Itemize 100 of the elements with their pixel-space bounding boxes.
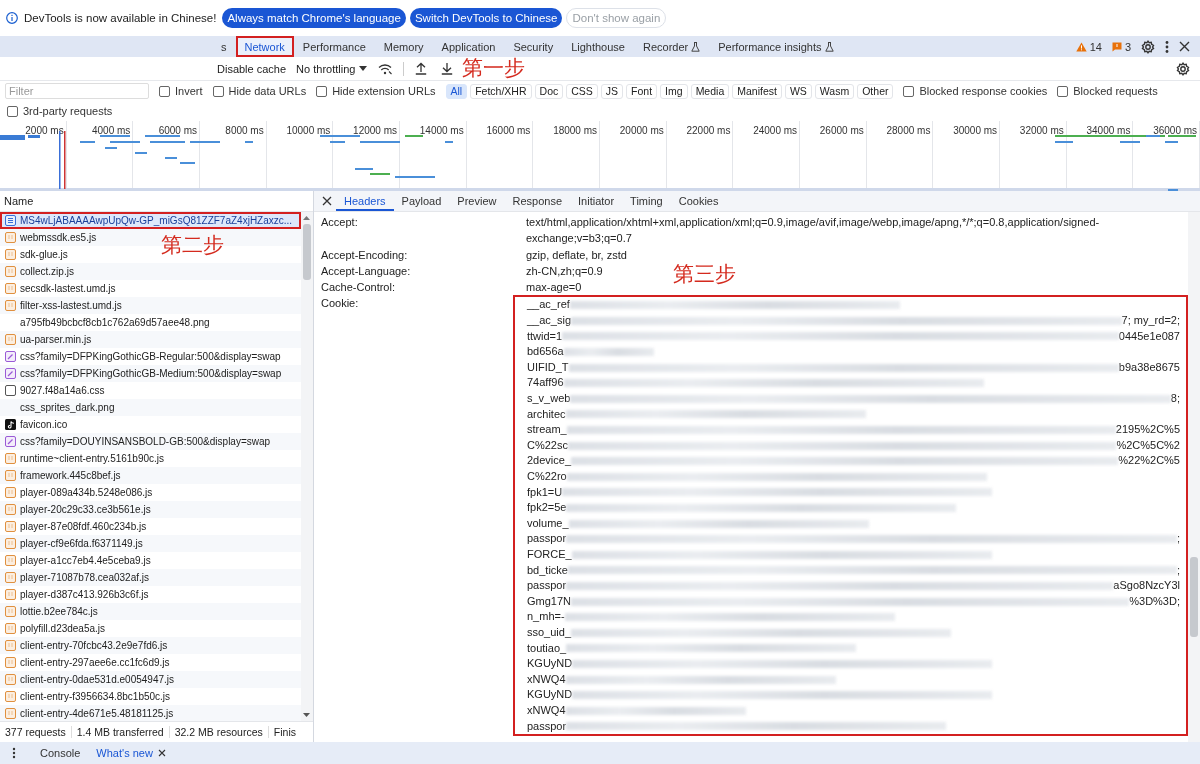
request-row[interactable]: client-entry-70fcbc43.2e9e7fd6.js — [0, 637, 301, 654]
type-filter-chip[interactable]: All — [445, 83, 468, 99]
request-row[interactable]: lottie.b2ee784c.js — [0, 603, 301, 620]
cookie-text: C%22sc — [527, 437, 568, 453]
cookie-text: ttwid=1 — [527, 328, 563, 344]
checkbox-option[interactable]: Hide extension URLs — [316, 85, 436, 97]
cookie-text: passpor — [527, 718, 567, 734]
panel-tab[interactable]: Memory — [374, 36, 433, 57]
cookie-text: toutiao_ — [527, 640, 567, 656]
time-tick-label: 20000 ms — [619, 125, 664, 136]
warning-count[interactable]: 14 — [1075, 40, 1102, 53]
panel-tab[interactable]: Recorder — [633, 36, 710, 57]
time-tick-label: 6000 ms — [158, 125, 197, 136]
header-name: Cache-Control: — [321, 280, 396, 296]
issue-count[interactable]: 3 — [1111, 40, 1131, 53]
panel-tab[interactable]: Performance — [293, 36, 375, 57]
type-filter-chip[interactable]: Media — [690, 83, 730, 99]
cookie-text: 8; — [1170, 391, 1180, 407]
request-row[interactable]: collect.zip.js — [0, 263, 301, 280]
checkbox-option[interactable]: 3rd-party requests — [7, 105, 113, 117]
annotation-text: 第一步 — [462, 58, 525, 79]
cookie-text: UIFID_T — [527, 359, 569, 375]
column-header[interactable]: Name — [4, 195, 34, 207]
request-row[interactable]: client-entry-297aee6e.cc1fc6d9.js — [0, 654, 301, 671]
checkbox-option[interactable]: Invert — [159, 85, 203, 97]
cookie-text: Gmg17N — [527, 593, 572, 609]
panel-tab[interactable]: Application — [432, 36, 505, 57]
type-filter-chip[interactable]: JS — [600, 83, 624, 99]
drawer-tab[interactable]: Console — [32, 742, 89, 764]
request-row[interactable]: player-d387c413.926b3c6f.js — [0, 586, 301, 603]
detail-tab[interactable]: Timing — [622, 191, 671, 211]
checkbox-option[interactable]: Blocked requests — [1057, 85, 1158, 97]
request-row[interactable]: css?family=DFPKingGothicGB-Medium:500&display=swap — [0, 365, 301, 382]
type-filter-chip[interactable]: CSS — [566, 83, 598, 99]
request-row[interactable]: player-089a434b.5248e086.js — [0, 484, 301, 501]
infobar-button[interactable]: Switch DevTools to Chinese — [409, 8, 563, 28]
type-filter-chip[interactable]: Other — [857, 83, 894, 99]
detail-tab[interactable]: Preview — [449, 191, 505, 211]
cookie-text: %2C%5C%2 — [1116, 437, 1180, 453]
throttling-dropdown[interactable]: No throttling — [296, 62, 368, 75]
cookie-text: n_mh=- — [527, 609, 565, 625]
annotation-text: 第三步 — [673, 264, 736, 285]
cookie-text: b9a38e8675 — [1118, 359, 1180, 375]
type-filter-chip[interactable]: WS — [784, 83, 812, 99]
time-tick-label: 4000 ms — [92, 125, 131, 136]
header-value: zh-CN,zh;q=0.9 — [526, 263, 604, 279]
checkbox-option[interactable]: Blocked response cookies — [903, 85, 1048, 97]
cookie-text: KGUyND — [527, 687, 573, 703]
panel-tab[interactable]: Performance insights — [709, 36, 843, 57]
time-tick-label: 8000 ms — [225, 125, 264, 136]
request-row[interactable]: player-20c29c33.ce3b561e.js — [0, 501, 301, 518]
request-row[interactable]: runtime~client-entry.5161b90c.js — [0, 450, 301, 467]
type-filter-chip[interactable]: Manifest — [732, 83, 782, 99]
request-row[interactable]: css?family=DFPKingGothicGB-Regular:500&display=swap — [0, 348, 301, 365]
request-row[interactable]: player-cf9e6fda.f6371149.js — [0, 535, 301, 552]
request-row[interactable]: favicon.ico — [0, 416, 301, 433]
request-row[interactable]: player-71087b78.cea032af.js — [0, 569, 301, 586]
type-filter-chip[interactable]: Doc — [534, 83, 564, 99]
cookie-text: architec — [527, 406, 566, 422]
panel-tab[interactable]: s — [212, 36, 236, 57]
detail-tab[interactable]: Headers — [336, 191, 394, 211]
request-row[interactable]: filter-xss-lastest.umd.js — [0, 297, 301, 314]
panel-tab[interactable]: Network — [235, 36, 294, 57]
request-row[interactable]: secsdk-lastest.umd.js — [0, 280, 301, 297]
drawer-tab[interactable]: What's new — [88, 742, 174, 764]
cookie-text: bd656a — [527, 344, 564, 360]
request-row[interactable]: client-entry-f3956634.8bc1b50c.js — [0, 688, 301, 705]
time-tick-label: 14000 ms — [419, 125, 464, 136]
request-row[interactable]: css?family=DOUYINSANSBOLD-GB:500&display=swap — [0, 433, 301, 450]
request-row[interactable]: ua-parser.min.js — [0, 331, 301, 348]
detail-tab[interactable]: Response — [504, 191, 570, 211]
detail-tab[interactable]: Initiator — [570, 191, 623, 211]
cookie-text: passpor — [527, 578, 567, 594]
time-tick-label: 30000 ms — [953, 125, 998, 136]
request-row[interactable]: client-entry-0dae531d.e0054947.js — [0, 671, 301, 688]
panel-tab[interactable]: Security — [504, 36, 563, 57]
request-row[interactable]: player-a1cc7eb4.4e5ceba9.js — [0, 552, 301, 569]
header-name: Cookie: — [321, 296, 360, 312]
infobar-button[interactable]: Always match Chrome's language — [222, 8, 406, 28]
type-filter-chip[interactable]: Fetch/XHR — [470, 83, 532, 99]
disable-cache-label[interactable]: Disable cache — [217, 62, 287, 75]
request-row[interactable]: MS4wLjABAAAAwpUpQw-GP_miGsQ81ZZF7aZ4xjHZaxzc... — [0, 212, 301, 229]
time-tick-label: 2000 ms — [25, 125, 64, 136]
request-row[interactable]: framework.445c8bef.js — [0, 467, 301, 484]
request-row[interactable]: player-87e08fdf.460c234b.js — [0, 518, 301, 535]
type-filter-chip[interactable]: Wasm — [814, 83, 855, 99]
status-text: 32.2 MB resources — [169, 726, 269, 738]
filter-field[interactable]: Filter — [5, 83, 149, 99]
detail-tab[interactable]: Cookies — [670, 191, 727, 211]
request-row[interactable]: css_sprites_dark.png — [0, 399, 301, 416]
type-filter-chip[interactable]: Img — [660, 83, 688, 99]
cookie-text: s_v_web — [527, 391, 571, 407]
detail-tab[interactable]: Payload — [393, 191, 450, 211]
cookie-text: FORCE_ — [527, 547, 572, 562]
checkbox-option[interactable]: Hide data URLs — [212, 85, 307, 97]
type-filter-chip[interactable]: Font — [626, 83, 658, 99]
panel-tab[interactable]: Lighthouse — [562, 36, 634, 57]
request-row[interactable]: a795fb49bcbcf8cb1c762a69d57aee48.png — [0, 314, 301, 331]
request-row[interactable]: 9027.f48a14a6.css — [0, 382, 301, 399]
request-row[interactable]: polyfill.d23dea5a.js — [0, 620, 301, 637]
